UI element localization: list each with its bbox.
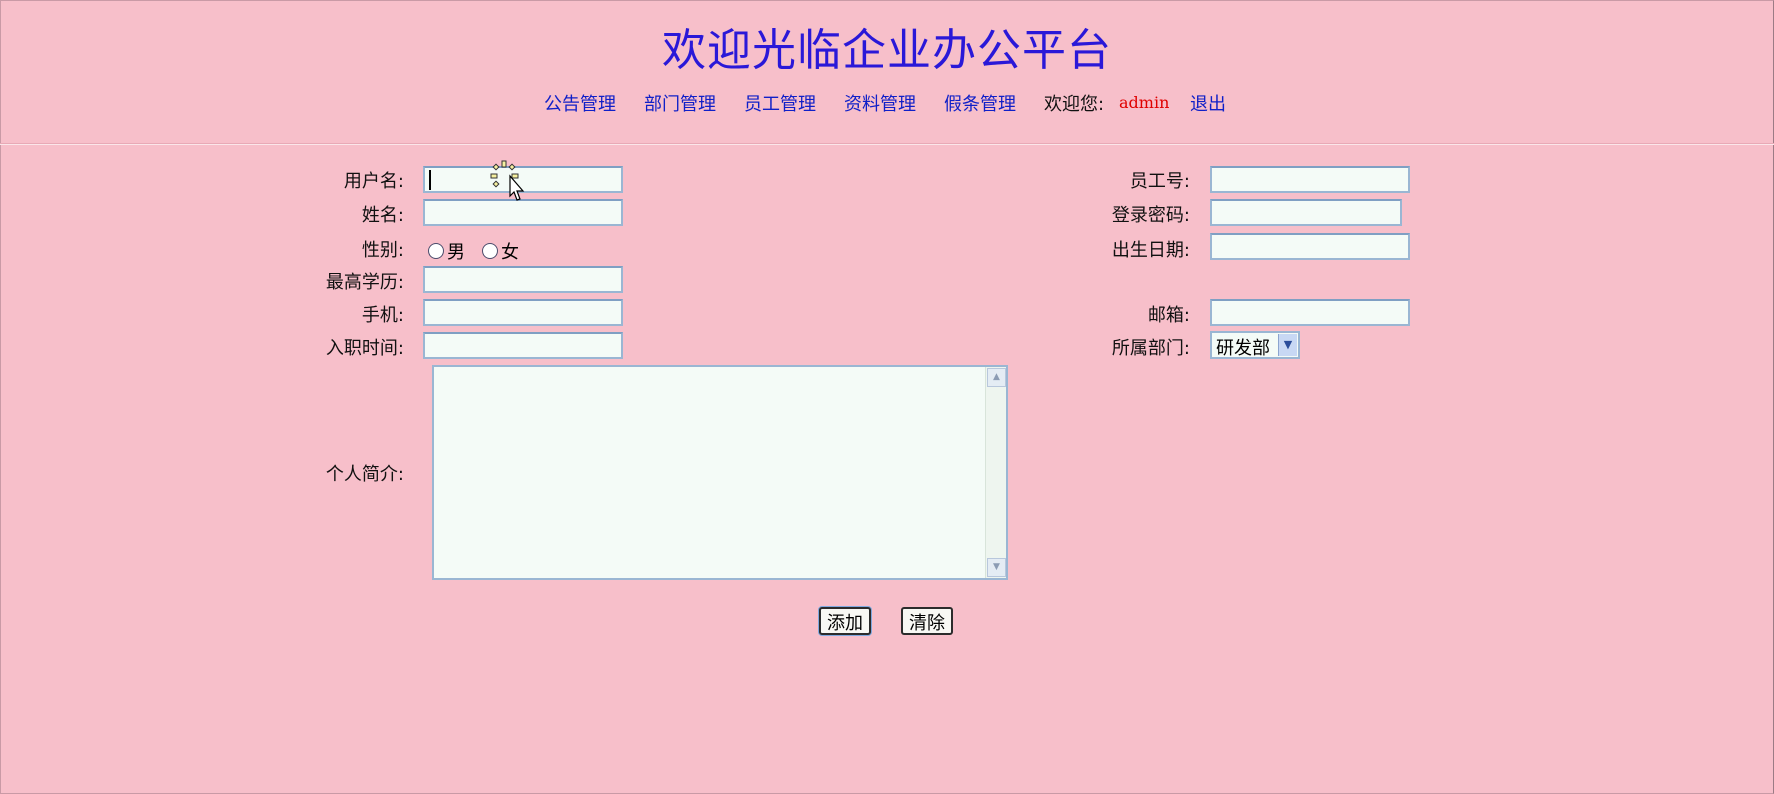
chevron-down-icon[interactable]: ▼: [1278, 334, 1297, 356]
department-select[interactable]: 研发部 ▼: [1210, 331, 1300, 359]
top-nav: 公告管理 部门管理 员工管理 资料管理 假条管理 欢迎您: admin 退出: [0, 90, 1774, 116]
nav-item-documents[interactable]: 资料管理: [844, 90, 916, 116]
gender-male-radio[interactable]: [428, 243, 444, 259]
password-input[interactable]: [1210, 199, 1402, 226]
mouse-pointer-icon: [490, 160, 525, 201]
bio-label: 个人简介:: [325, 464, 404, 485]
nav-item-leave-requests[interactable]: 假条管理: [944, 90, 1016, 116]
hire-date-input[interactable]: [423, 332, 623, 359]
education-label: 最高学历:: [325, 272, 404, 293]
add-button[interactable]: 添加: [819, 607, 871, 635]
education-input[interactable]: [423, 266, 623, 293]
gender-female-text: 女: [501, 242, 519, 263]
scroll-up-icon[interactable]: ▲: [987, 368, 1006, 387]
gender-male-text: 男: [447, 242, 465, 263]
scroll-down-icon[interactable]: ▼: [987, 558, 1006, 577]
department-selected-value: 研发部: [1216, 338, 1270, 359]
gender-label: 性别:: [361, 240, 404, 261]
password-label: 登录密码:: [1111, 205, 1190, 226]
gender-male-option[interactable]: 男: [428, 238, 465, 264]
name-label: 姓名:: [361, 205, 404, 226]
email-label: 邮箱:: [1147, 305, 1190, 326]
department-label: 所属部门:: [1111, 338, 1190, 359]
bio-textarea[interactable]: ▲ ▼: [432, 365, 1008, 580]
bio-scrollbar[interactable]: ▲ ▼: [985, 367, 1006, 578]
header-divider: [0, 143, 1774, 145]
employee-no-input[interactable]: [1210, 166, 1410, 193]
phone-label: 手机:: [361, 305, 404, 326]
employee-no-label: 员工号:: [1129, 171, 1190, 192]
current-username: admin: [1119, 93, 1170, 112]
gender-female-option[interactable]: 女: [482, 238, 519, 264]
phone-input[interactable]: [423, 299, 623, 326]
text-caret: [429, 170, 431, 190]
nav-item-departments[interactable]: 部门管理: [644, 90, 716, 116]
page-title: 欢迎光临企业办公平台: [662, 25, 1112, 76]
gender-female-radio[interactable]: [482, 243, 498, 259]
birthday-input[interactable]: [1210, 233, 1410, 260]
birthday-label: 出生日期:: [1111, 240, 1190, 261]
email-input[interactable]: [1210, 299, 1410, 326]
welcome-text: 欢迎您:: [1044, 94, 1105, 115]
clear-button[interactable]: 清除: [901, 607, 953, 635]
hire-date-label: 入职时间:: [325, 338, 404, 359]
nav-item-employees[interactable]: 员工管理: [744, 90, 816, 116]
username-label: 用户名:: [343, 171, 404, 192]
nav-item-announcements[interactable]: 公告管理: [544, 90, 616, 116]
logout-link[interactable]: 退出: [1190, 90, 1226, 116]
